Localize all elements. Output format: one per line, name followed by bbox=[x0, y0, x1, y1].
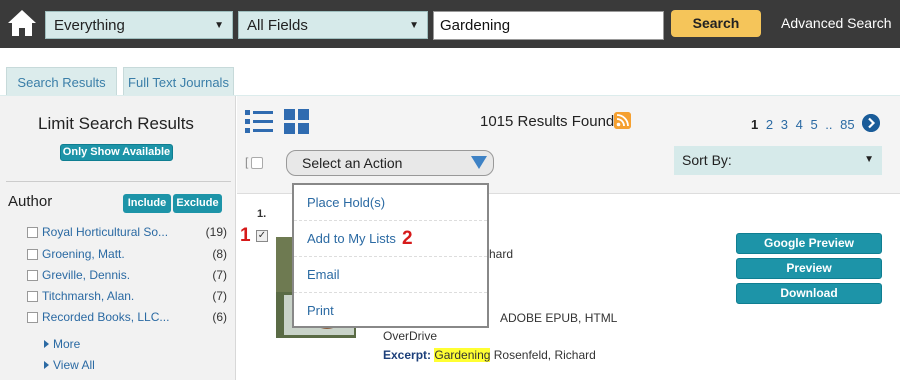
annotation-step-2: 2 bbox=[402, 228, 413, 249]
facet-checkbox[interactable] bbox=[27, 312, 38, 323]
field-select[interactable]: All Fields ▼ bbox=[238, 11, 428, 39]
result-excerpt: Excerpt: Gardening Rosenfeld, Richard bbox=[383, 348, 596, 362]
page-link[interactable]: 2 bbox=[766, 117, 773, 132]
results-toolbar bbox=[237, 96, 900, 194]
author-facet[interactable]: Recorded Books, LLC... (6) bbox=[27, 310, 227, 328]
chevron-down-icon bbox=[471, 156, 487, 169]
chevron-down-icon: ▼ bbox=[409, 20, 419, 31]
divider bbox=[6, 181, 231, 182]
home-icon[interactable] bbox=[6, 8, 38, 38]
annotation-step-1: 1 bbox=[240, 225, 251, 246]
preview-button[interactable]: Preview bbox=[736, 258, 882, 279]
only-available-button[interactable]: Only Show Available bbox=[60, 144, 173, 161]
author-facet[interactable]: Greville, Dennis. (7) bbox=[27, 268, 227, 286]
result-author-fragment: hard bbox=[489, 247, 514, 261]
results-count: 1015 Results Found bbox=[480, 113, 615, 130]
menu-item-place-hold[interactable]: Place Hold(s) bbox=[294, 185, 487, 221]
bracket-mark: [ bbox=[245, 155, 249, 169]
result-source: OverDrive bbox=[383, 329, 438, 343]
result-checkbox[interactable]: ✓ bbox=[256, 230, 268, 242]
action-menu: Place Hold(s) Add to My Lists Email Prin… bbox=[292, 183, 489, 328]
caret-right-icon bbox=[44, 361, 49, 369]
menu-item-print[interactable]: Print bbox=[294, 293, 487, 329]
author-facet[interactable]: Groening, Matt. (8) bbox=[27, 247, 227, 265]
author-facet[interactable]: Titchmarsh, Alan. (7) bbox=[27, 289, 227, 307]
rss-icon[interactable] bbox=[614, 112, 631, 129]
list-view-icon[interactable] bbox=[245, 109, 273, 135]
facet-checkbox[interactable] bbox=[27, 227, 38, 238]
caret-right-icon bbox=[44, 340, 49, 348]
chevron-down-icon: ▼ bbox=[214, 20, 224, 31]
facet-checkbox[interactable] bbox=[27, 291, 38, 302]
chevron-down-icon: ▼ bbox=[864, 154, 874, 165]
exclude-button[interactable]: Exclude bbox=[173, 194, 222, 213]
facet-checkbox[interactable] bbox=[27, 270, 38, 281]
sort-by-select[interactable]: Sort By: ▼ bbox=[674, 146, 882, 175]
tab-search-results[interactable]: Search Results bbox=[6, 67, 117, 96]
more-link[interactable]: More bbox=[44, 337, 80, 351]
result-formats: ADOBE EPUB, HTML bbox=[500, 311, 618, 325]
include-button[interactable]: Include bbox=[123, 194, 171, 213]
page-ellipsis: .. bbox=[825, 117, 833, 132]
action-select[interactable]: Select an Action bbox=[286, 150, 494, 176]
scope-select[interactable]: Everything ▼ bbox=[45, 11, 233, 39]
view-all-link[interactable]: View All bbox=[44, 358, 95, 372]
facet-checkbox[interactable] bbox=[27, 249, 38, 260]
page-link[interactable]: 4 bbox=[796, 117, 803, 132]
page-link[interactable]: 85 bbox=[840, 117, 854, 132]
next-page-icon[interactable] bbox=[862, 114, 880, 132]
result-number: 1. bbox=[257, 208, 267, 220]
author-heading: Author bbox=[8, 193, 53, 210]
search-button[interactable]: Search bbox=[671, 10, 761, 37]
menu-item-add-to-lists[interactable]: Add to My Lists bbox=[294, 221, 487, 257]
select-all-checkbox[interactable] bbox=[251, 157, 263, 169]
sidebar-title: Limit Search Results bbox=[38, 114, 194, 133]
download-button[interactable]: Download bbox=[736, 283, 882, 304]
grid-view-icon[interactable] bbox=[284, 109, 309, 134]
page-link[interactable]: 3 bbox=[781, 117, 788, 132]
search-input[interactable]: Gardening bbox=[433, 11, 664, 40]
advanced-search-link[interactable]: Advanced Search bbox=[781, 15, 892, 31]
tab-full-text-journals[interactable]: Full Text Journals bbox=[123, 67, 234, 96]
author-facet[interactable]: Royal Horticultural So... (19) bbox=[27, 225, 227, 243]
pagination: 1 2 3 4 5 .. 85 bbox=[751, 117, 859, 132]
google-preview-button[interactable]: Google Preview bbox=[736, 233, 882, 254]
menu-item-email[interactable]: Email bbox=[294, 257, 487, 293]
page-link[interactable]: 5 bbox=[810, 117, 817, 132]
page-current: 1 bbox=[751, 117, 759, 132]
sidebar: Limit Search Results Only Show Available… bbox=[0, 96, 236, 380]
